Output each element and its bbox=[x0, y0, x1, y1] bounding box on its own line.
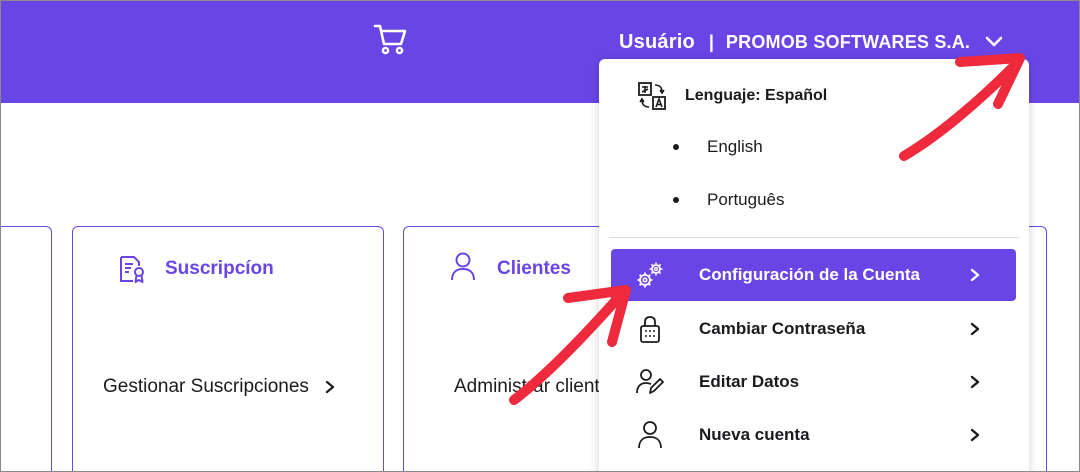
menu-item-label: Nueva cuenta bbox=[699, 425, 810, 444]
menu-item-label: Editar Datos bbox=[699, 372, 800, 391]
edit-user-icon bbox=[636, 369, 664, 394]
bullet-icon bbox=[673, 197, 679, 203]
certificate-icon bbox=[120, 256, 144, 283]
cart-icon[interactable] bbox=[372, 22, 408, 56]
menu-item-label: Configuración de la Cuenta bbox=[699, 265, 921, 284]
account-dropdown: Lenguaje: Español English Português Conf… bbox=[599, 59, 1029, 472]
chevron-right-icon bbox=[970, 375, 980, 389]
edit-data-item[interactable]: Editar Datos bbox=[611, 356, 1016, 408]
bullet-icon bbox=[673, 144, 679, 150]
manage-subscriptions-label: Gestionar Suscripciones bbox=[103, 376, 309, 397]
chevron-right-icon bbox=[325, 380, 335, 394]
menu-item-label: Cambiar Contraseña bbox=[699, 319, 866, 338]
new-account-item[interactable]: Nueva cuenta bbox=[611, 409, 1016, 461]
menu-divider bbox=[609, 237, 1019, 238]
user-menu[interactable]: Usuário | PROMOB SOFTWARES S.A. bbox=[619, 29, 1004, 55]
language-label: Lenguaje: Español bbox=[685, 87, 828, 104]
chevron-right-icon bbox=[970, 322, 980, 336]
user-icon bbox=[638, 421, 662, 449]
user-separator: | bbox=[708, 31, 714, 52]
change-password-item[interactable]: Cambiar Contraseña bbox=[611, 303, 1016, 355]
card-subscription: Suscripcíon Gestionar Suscripciones bbox=[72, 226, 384, 472]
user-icon bbox=[451, 252, 475, 281]
manage-clients-label: Administrar clientes bbox=[454, 376, 620, 397]
lock-icon bbox=[640, 316, 660, 343]
language-option-label: Português bbox=[707, 190, 785, 209]
account-settings-item[interactable]: Configuración de la Cuenta bbox=[611, 249, 1016, 301]
language-option-label: English bbox=[707, 137, 763, 156]
card-title-subscription: Suscripcíon bbox=[165, 258, 274, 279]
user-label: Usuário bbox=[619, 30, 695, 53]
language-option-portugues[interactable]: Português bbox=[673, 190, 785, 210]
card-partial-left bbox=[0, 226, 52, 472]
manage-clients-link[interactable]: Administrar clientes bbox=[454, 376, 620, 398]
chevron-right-icon bbox=[970, 268, 980, 282]
translate-icon bbox=[638, 82, 666, 110]
gears-icon bbox=[637, 262, 663, 288]
language-option-english[interactable]: English bbox=[673, 137, 763, 157]
language-selector[interactable]: Lenguaje: Español bbox=[637, 81, 827, 111]
company-name: PROMOB SOFTWARES S.A. bbox=[725, 31, 971, 52]
manage-subscriptions-link[interactable]: Gestionar Suscripciones bbox=[103, 376, 335, 398]
chevron-right-icon bbox=[970, 428, 980, 442]
card-title-clients: Clientes bbox=[497, 258, 571, 279]
chevron-down-icon[interactable] bbox=[984, 35, 1004, 49]
